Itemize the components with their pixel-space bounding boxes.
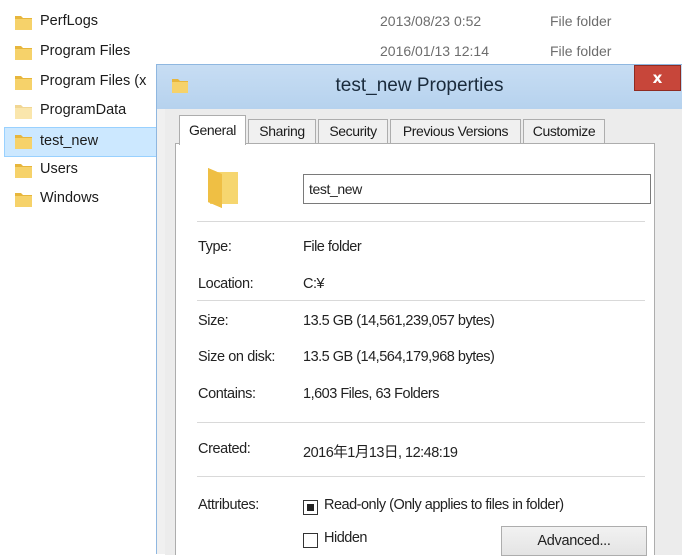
attributes-label: Attributes: xyxy=(198,497,259,513)
folder-icon xyxy=(15,164,32,178)
size-on-disk-value: 13.5 GB (14,564,179,968 bytes) xyxy=(303,349,495,365)
hidden-label: Hidden xyxy=(324,530,367,546)
folder-icon xyxy=(15,16,32,30)
location-value: C:¥ xyxy=(303,276,325,292)
tab-sharing[interactable]: Sharing xyxy=(248,119,316,143)
folder-icon xyxy=(15,46,32,60)
item-name: PerfLogs xyxy=(40,13,99,29)
folder-icon xyxy=(15,135,32,149)
item-name: Windows xyxy=(40,190,99,206)
item-name: Program Files (x xyxy=(40,73,147,89)
item-type: File folder xyxy=(550,13,612,29)
type-value: File folder xyxy=(303,239,362,255)
list-item-program-files[interactable]: Program Files 2016/01/13 12:14 File fold… xyxy=(0,38,682,66)
tab-label: Security xyxy=(329,123,377,139)
item-name: ProgramData xyxy=(40,102,127,118)
item-date: 2016/01/13 12:14 xyxy=(380,43,489,59)
readonly-label: Read-only (Only applies to files in fold… xyxy=(324,497,564,513)
separator xyxy=(197,476,645,477)
size-on-disk-label: Size on disk: xyxy=(198,349,276,365)
item-date: 2013/08/23 0:52 xyxy=(380,13,482,29)
advanced-button[interactable]: Advanced... xyxy=(501,526,647,556)
folder-icon xyxy=(15,105,32,119)
dialog-title: test_new Properties xyxy=(335,75,504,96)
folder-icon xyxy=(208,168,238,208)
size-value: 13.5 GB (14,561,239,057 bytes) xyxy=(303,313,495,329)
tab-label: Customize xyxy=(532,123,596,139)
created-label: Created: xyxy=(198,441,251,457)
contains-label: Contains: xyxy=(198,386,256,402)
created-value: 2016年1月13日, 12:48:19 xyxy=(303,445,458,461)
item-name: test_new xyxy=(40,133,99,149)
contains-value: 1,603 Files, 63 Folders xyxy=(303,386,440,402)
tab-previous-versions[interactable]: Previous Versions xyxy=(390,119,521,143)
item-name: Users xyxy=(40,161,78,177)
separator xyxy=(197,221,645,222)
tab-label: Previous Versions xyxy=(402,123,509,139)
tab-label: General xyxy=(188,122,236,138)
folder-icon xyxy=(15,76,32,90)
size-label: Size: xyxy=(198,313,229,329)
folder-name-input[interactable] xyxy=(303,174,651,204)
readonly-checkbox[interactable] xyxy=(303,500,318,515)
hidden-checkbox[interactable] xyxy=(303,533,318,548)
tab-label: Sharing xyxy=(259,123,305,139)
close-icon: x xyxy=(652,69,663,87)
folder-icon xyxy=(15,193,32,207)
close-button[interactable]: x xyxy=(634,65,681,91)
tab-general[interactable]: General xyxy=(179,115,246,145)
dialog-titlebar[interactable]: test_new Properties x xyxy=(157,65,682,109)
tab-security[interactable]: Security xyxy=(318,119,388,143)
separator xyxy=(197,422,645,423)
advanced-button-label: Advanced... xyxy=(537,533,611,549)
separator xyxy=(197,300,645,301)
location-label: Location: xyxy=(198,276,254,292)
type-label: Type: xyxy=(198,239,232,255)
properties-dialog: test_new Properties x General Sharing Se… xyxy=(156,64,682,556)
item-name: Program Files xyxy=(40,43,131,59)
list-item-perflogs[interactable]: PerfLogs 2013/08/23 0:52 File folder xyxy=(0,8,682,36)
tab-customize[interactable]: Customize xyxy=(523,119,605,143)
item-type: File folder xyxy=(550,43,612,59)
